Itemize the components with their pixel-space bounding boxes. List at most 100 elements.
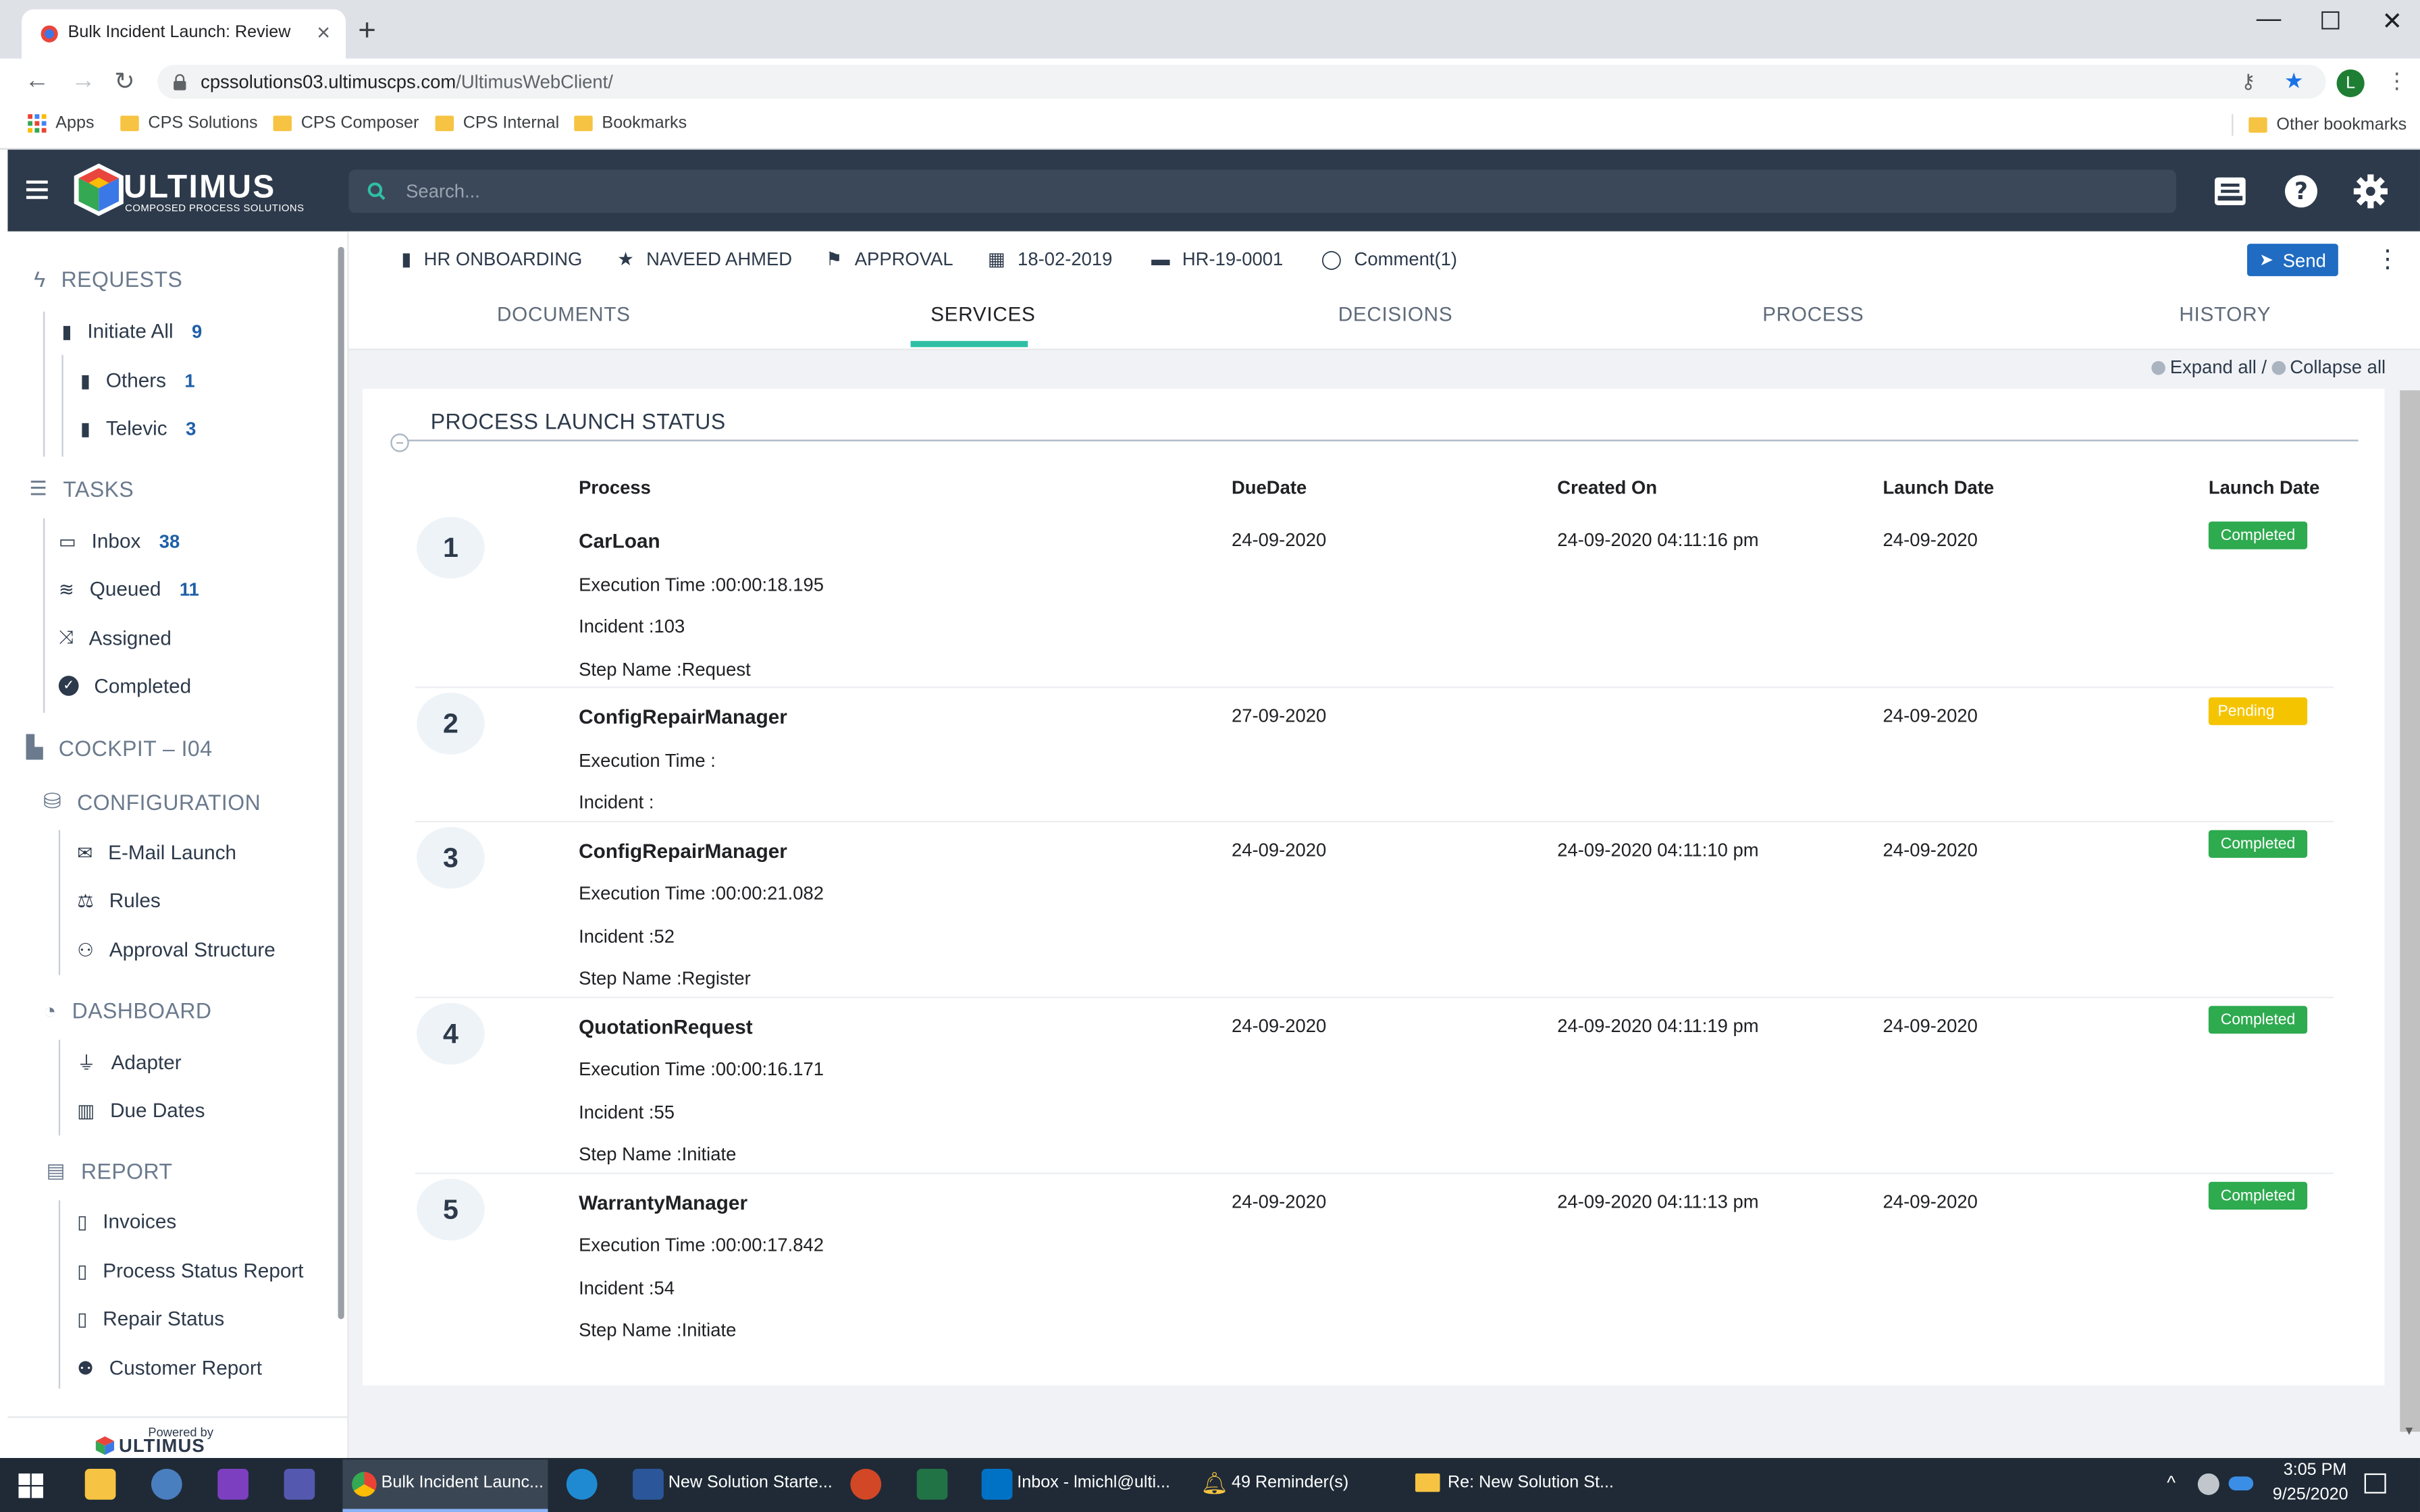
minimize-icon[interactable]: — — [2238, 6, 2299, 34]
plus-circle-icon — [2151, 360, 2165, 375]
taskbar-item-email[interactable]: Re: New Solution St... — [1448, 1474, 1614, 1492]
taskbar-item-word[interactable]: New Solution Starte... — [668, 1474, 833, 1492]
sidebar-item-customer-report[interactable]: ⚉ Customer Report — [77, 1356, 262, 1379]
sidebar-item-email-launch[interactable]: ✉ E-Mail Launch — [77, 841, 236, 864]
sidebar-section-tasks[interactable]: ☰ TASKS — [29, 477, 134, 502]
bookmark-cps-solutions[interactable]: CPS Solutions — [120, 114, 258, 133]
hamburger-menu-icon[interactable] — [26, 180, 48, 199]
onenote-icon[interactable] — [217, 1468, 248, 1500]
search-input[interactable]: Search... — [348, 169, 2176, 213]
sidebar-item-repair-status[interactable]: ▯ Repair Status — [77, 1307, 224, 1330]
windows-start-icon[interactable] — [18, 1473, 43, 1498]
tray-chevron-icon[interactable]: ^ — [2167, 1472, 2176, 1494]
help-icon[interactable]: ? — [2284, 174, 2318, 208]
sidebar-item-inbox[interactable]: ▭ Inbox 38 — [59, 529, 180, 552]
bookmark-cps-internal[interactable]: CPS Internal — [435, 114, 559, 133]
tab-history[interactable]: HISTORY — [2179, 302, 2271, 325]
info-step: ⚑ APPROVAL — [825, 248, 953, 270]
comment-link[interactable]: ◯ Comment(1) — [1321, 248, 1457, 270]
traffic-light-icon: ▮ — [401, 248, 412, 270]
row-number: 1 — [417, 516, 485, 579]
sidebar-section-configuration[interactable]: ⛁ CONFIGURATION — [43, 788, 261, 815]
close-tab-icon[interactable]: × — [317, 20, 330, 47]
tasks-list-icon: ☰ — [29, 477, 48, 500]
ultimus-logo[interactable]: ULTIMUS COMPOSED PROCESS SOLUTIONS — [72, 162, 304, 217]
bookmark-cps-composer[interactable]: CPS Composer — [273, 114, 419, 133]
inbox-tray-icon[interactable] — [2213, 176, 2247, 207]
send-button[interactable]: ➤ Send — [2246, 244, 2338, 277]
taskbar-item-reminders[interactable]: 49 Reminder(s) — [1232, 1474, 1348, 1492]
sidebar-item-invoices[interactable]: ▯ Invoices — [77, 1210, 176, 1233]
browser-menu-icon[interactable]: ⋮ — [2386, 68, 2408, 94]
address-bar[interactable]: cpssolutions03.ultimuscps.com/UltimusWeb… — [157, 64, 2326, 99]
folder-icon — [273, 115, 292, 132]
sidebar-item-others[interactable]: ▮ Others 1 — [80, 369, 195, 392]
notifications-icon[interactable] — [2364, 1473, 2386, 1494]
execution-time: Execution Time :00:00:16.171 — [579, 1058, 824, 1080]
network-icon[interactable] — [151, 1468, 182, 1500]
scroll-down-icon[interactable]: ▼ — [2403, 1424, 2415, 1438]
sidebar-item-approval-structure[interactable]: ⚇ Approval Structure — [77, 938, 275, 961]
launch-date: 24-09-2020 — [1883, 1191, 1978, 1213]
sidebar-section-dashboard[interactable]: ◔ DASHBOARD — [43, 998, 211, 1023]
sidebar-item-assigned[interactable]: ⤨ Assigned — [59, 626, 172, 649]
collapse-panel-icon[interactable]: − — [390, 433, 409, 452]
taskbar-item-outlook[interactable]: Inbox - lmichl@ulti... — [1017, 1474, 1170, 1492]
word-icon[interactable] — [633, 1468, 664, 1500]
sidebar-item-rules[interactable]: ⚖ Rules — [77, 889, 160, 912]
sidebar-item-queued[interactable]: ≋ Queued 11 — [59, 577, 199, 600]
bookmark-bookmarks[interactable]: Bookmarks — [574, 114, 687, 133]
tab-process[interactable]: PROCESS — [1762, 302, 1864, 325]
inbox-icon: ▭ — [58, 530, 76, 552]
sidebar-item-televic[interactable]: ▮ Televic 3 — [80, 416, 196, 439]
search-icon — [367, 182, 386, 200]
due-date: 24-09-2020 — [1231, 1015, 1327, 1037]
bookmark-other[interactable]: Other bookmarks — [2232, 114, 2406, 136]
teams-icon[interactable] — [284, 1468, 315, 1500]
reload-icon[interactable]: ↻ — [114, 66, 135, 97]
sidebar-section-cockpit[interactable]: ▙ COCKPIT – I04 — [26, 734, 213, 761]
powerpoint-icon[interactable] — [850, 1468, 882, 1500]
collapse-all-link[interactable]: Collapse all — [2271, 356, 2386, 378]
onedrive-icon[interactable] — [2228, 1476, 2254, 1490]
edge-icon[interactable] — [566, 1468, 598, 1500]
profile-avatar[interactable]: L — [2336, 69, 2365, 97]
bookmark-star-icon[interactable]: ★ — [2284, 68, 2304, 94]
tab-services[interactable]: SERVICES — [930, 302, 1035, 325]
sidebar-section-requests[interactable]: ϟ REQUESTS — [34, 267, 182, 292]
column-header-created-on: Created On — [1557, 477, 1658, 499]
tray-status-icon[interactable] — [2197, 1473, 2219, 1495]
expand-all-link[interactable]: Expand all / — [2151, 356, 2267, 378]
star-icon: ★ — [617, 248, 634, 270]
file-explorer-icon[interactable] — [84, 1468, 116, 1500]
tab-documents[interactable]: DOCUMENTS — [497, 302, 631, 325]
sidebar-item-adapter[interactable]: ⏚ Adapter — [77, 1049, 181, 1075]
key-icon[interactable]: ⚷ — [2241, 70, 2256, 94]
clock-time[interactable]: 3:05 PM — [2272, 1461, 2359, 1480]
back-icon[interactable]: ← — [25, 68, 50, 96]
content-scrollbar[interactable] — [2400, 390, 2420, 1432]
ultimus-cube-small-icon — [95, 1436, 115, 1455]
browser-tab[interactable]: Bulk Incident Launch: Review × — [21, 9, 346, 59]
settings-gear-icon[interactable] — [2353, 174, 2388, 209]
site-favicon-icon — [41, 25, 58, 43]
incident-number: Incident :54 — [579, 1277, 675, 1299]
tab-decisions[interactable]: DECISIONS — [1338, 302, 1453, 325]
forward-icon[interactable]: → — [71, 68, 96, 96]
close-window-icon[interactable]: ✕ — [2361, 6, 2420, 37]
column-header-launch-date: Launch Date — [1883, 477, 1995, 499]
clock-date[interactable]: 9/25/2020 — [2263, 1486, 2359, 1504]
maximize-icon[interactable]: ☐ — [2300, 6, 2361, 37]
sidebar-item-due-dates[interactable]: ▥ Due Dates — [77, 1098, 205, 1121]
excel-icon[interactable] — [916, 1468, 948, 1500]
sidebar-item-process-status-report[interactable]: ▯ Process Status Report — [77, 1259, 303, 1282]
outlook-icon[interactable] — [981, 1468, 1013, 1500]
created-on: 24-09-2020 04:11:13 pm — [1557, 1191, 1759, 1213]
sidebar-item-completed[interactable]: ✓ Completed — [58, 674, 191, 697]
bookmark-apps[interactable]: Apps — [28, 114, 95, 133]
sidebar-scrollbar[interactable] — [338, 246, 344, 1320]
sidebar-section-report[interactable]: ▤ REPORT — [47, 1159, 173, 1184]
more-options-icon[interactable]: ⋮ — [2375, 244, 2400, 275]
sidebar-item-initiate-all[interactable]: ▮ Initiate All 9 — [61, 319, 202, 342]
new-tab-icon[interactable]: + — [358, 14, 376, 50]
